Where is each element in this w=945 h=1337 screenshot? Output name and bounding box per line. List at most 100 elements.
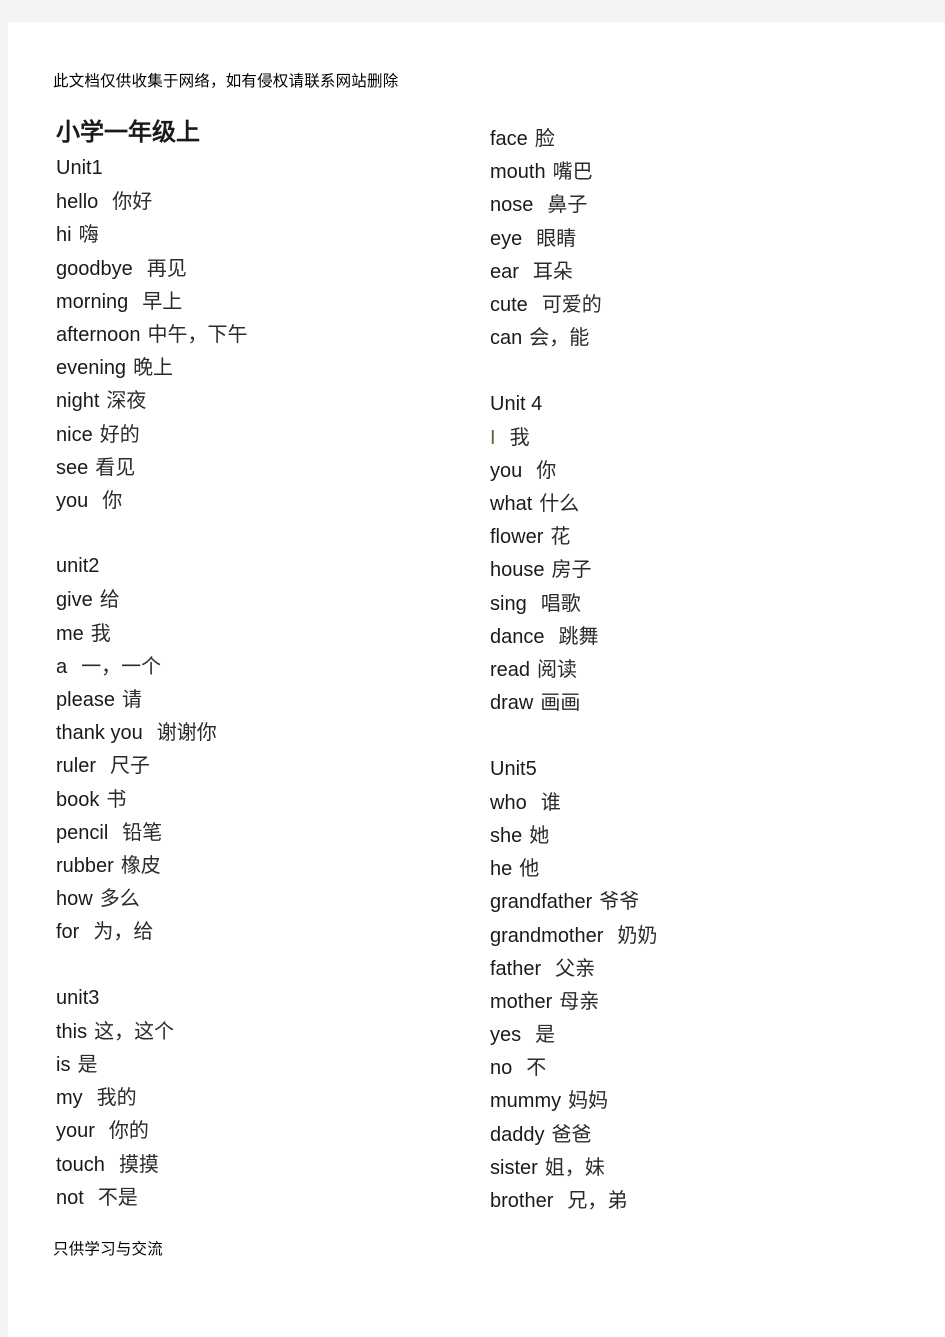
vocabulary-entry: dance 跳舞	[490, 620, 910, 653]
entry-chinese: 父亲	[555, 955, 596, 980]
vocabulary-entry: please 请	[56, 683, 466, 716]
vocabulary-list-right: face 脸 mouth 嘴巴 nose 鼻子 eye 眼睛 ear 耳朵 cute 可爱的 can 会，…	[490, 122, 910, 1217]
entry-english: who	[490, 791, 527, 814]
entry-english: brother	[490, 1190, 554, 1212]
unit-label-text: unit2	[56, 555, 100, 578]
entry-chinese: 妈妈	[568, 1088, 609, 1113]
entry-english: mouth	[490, 161, 546, 184]
vocabulary-entry: nice 好的	[56, 418, 466, 451]
entry-english: touch	[56, 1153, 105, 1176]
vocabulary-entry: evening 晚上	[56, 351, 466, 384]
vocabulary-entry: sister 姐，妹	[490, 1151, 910, 1184]
unit-heading: unit2	[56, 550, 466, 583]
entry-english: thank you	[56, 722, 143, 745]
entry-chinese: 再见	[146, 255, 187, 280]
entry-chinese: 兄，弟	[567, 1188, 628, 1212]
entry-english: she	[490, 824, 523, 847]
vocabulary-entry: touch 摸摸	[56, 1148, 466, 1181]
entry-english: not	[56, 1186, 84, 1209]
entry-chinese: 尺子	[110, 753, 151, 778]
entry-english: grandfather	[490, 891, 593, 914]
entry-chinese: 为，给	[93, 919, 154, 944]
entry-chinese: 跳舞	[558, 623, 599, 648]
entry-chinese: 请	[121, 687, 142, 711]
entry-english: goodbye	[56, 257, 133, 280]
vocabulary-entry: not 不是	[56, 1181, 466, 1214]
entry-english: rubber	[56, 854, 114, 877]
entry-english: for	[56, 921, 80, 944]
vocabulary-entry: brother 兄，弟	[490, 1184, 910, 1217]
entry-chinese: 摸摸	[118, 1151, 159, 1176]
entry-english: flower	[490, 526, 544, 549]
vocabulary-entry: my 我的	[56, 1081, 466, 1114]
entry-english: see	[56, 456, 89, 479]
vocabulary-entry: book 书	[56, 783, 466, 816]
entry-english: book	[56, 788, 100, 811]
vocabulary-entry: a 一，一个	[56, 650, 466, 683]
entry-english: ruler	[56, 755, 97, 778]
vocabulary-entry: mother 母亲	[490, 985, 910, 1018]
vocabulary-entry: afternoon 中午，下午	[56, 318, 466, 351]
vocabulary-entry: I我	[490, 421, 910, 454]
entry-chinese: 母亲	[559, 988, 600, 1013]
entry-chinese: 爷爷	[599, 889, 640, 914]
unit-heading: Unit 4	[490, 388, 910, 421]
entry-chinese: 我	[509, 424, 530, 449]
entry-english: my	[56, 1087, 83, 1110]
entry-english: cute	[490, 293, 528, 316]
entry-spacer	[56, 517, 466, 550]
entry-chinese: 谁	[540, 789, 561, 814]
entry-english: hello	[56, 191, 99, 214]
vocabulary-entry: grandfather 爷爷	[490, 885, 910, 918]
entry-english: your	[56, 1120, 95, 1143]
entry-english: this	[56, 1020, 88, 1043]
entry-chinese: 你的	[108, 1118, 149, 1143]
unit-heading: Unit5	[490, 753, 910, 786]
entry-chinese: 这，这个	[94, 1018, 175, 1043]
vocabulary-list-left: Unit1 hello 你好 hi 嗨 goodbye 再见 morning 早上 afterno…	[56, 152, 466, 1214]
vocabulary-entry: give 给	[56, 583, 466, 616]
entry-chinese: 眼睛	[536, 225, 577, 250]
entry-chinese: 什么	[539, 491, 580, 516]
entry-english: night	[56, 390, 100, 413]
entry-chinese: 橡皮	[120, 852, 161, 877]
entry-chinese: 姐，妹	[544, 1154, 605, 1179]
vocabulary-entry: for 为，给	[56, 915, 466, 948]
entry-english: read	[490, 659, 531, 681]
unit-label-text: Unit5	[490, 757, 537, 780]
vocabulary-entry: can 会，能	[490, 321, 910, 354]
vocabulary-entry: thank you 谢谢你	[56, 716, 466, 749]
vocabulary-entry: nose 鼻子	[490, 188, 910, 221]
vocabulary-entry: this 这，这个	[56, 1015, 466, 1048]
vocabulary-entry: hello 你好	[56, 185, 466, 218]
entry-spacer	[490, 719, 910, 752]
entry-chinese: 一，一个	[81, 653, 162, 678]
vocabulary-entry: father 父亲	[490, 952, 910, 985]
vocabulary-entry: you 你	[56, 484, 466, 517]
entry-english: sister	[490, 1156, 538, 1179]
entry-chinese: 嘴巴	[552, 159, 593, 184]
entry-english: grandmother	[490, 924, 604, 947]
entry-english: daddy	[490, 1123, 545, 1146]
unit-label-text: Unit1	[56, 157, 103, 179]
entry-english: a	[56, 655, 68, 678]
entry-english: you	[490, 459, 523, 482]
entry-spacer	[490, 354, 910, 387]
vocabulary-entry: eye 眼睛	[490, 222, 910, 255]
entry-english: can	[490, 327, 523, 350]
entry-english: I	[490, 426, 496, 449]
entry-english: what	[490, 493, 533, 516]
entry-chinese: 不是	[97, 1184, 138, 1209]
vocabulary-entry: is 是	[56, 1048, 466, 1081]
entry-chinese: 是	[77, 1052, 98, 1077]
entry-chinese: 唱歌	[540, 590, 581, 615]
vocabulary-entry: who 谁	[490, 786, 910, 819]
vocabulary-entry: what 什么	[490, 487, 910, 520]
entry-chinese: 看见	[95, 454, 136, 479]
vocabulary-entry: mummy 妈妈	[490, 1084, 910, 1117]
vocabulary-columns: Unit1 hello 你好 hi 嗨 goodbye 再见 morning 早上 afterno…	[0, 0, 945, 1337]
entry-chinese: 他	[519, 856, 540, 881]
entry-chinese: 可爱的	[541, 291, 602, 316]
entry-english: nice	[56, 423, 93, 446]
entry-english: you	[56, 489, 89, 512]
